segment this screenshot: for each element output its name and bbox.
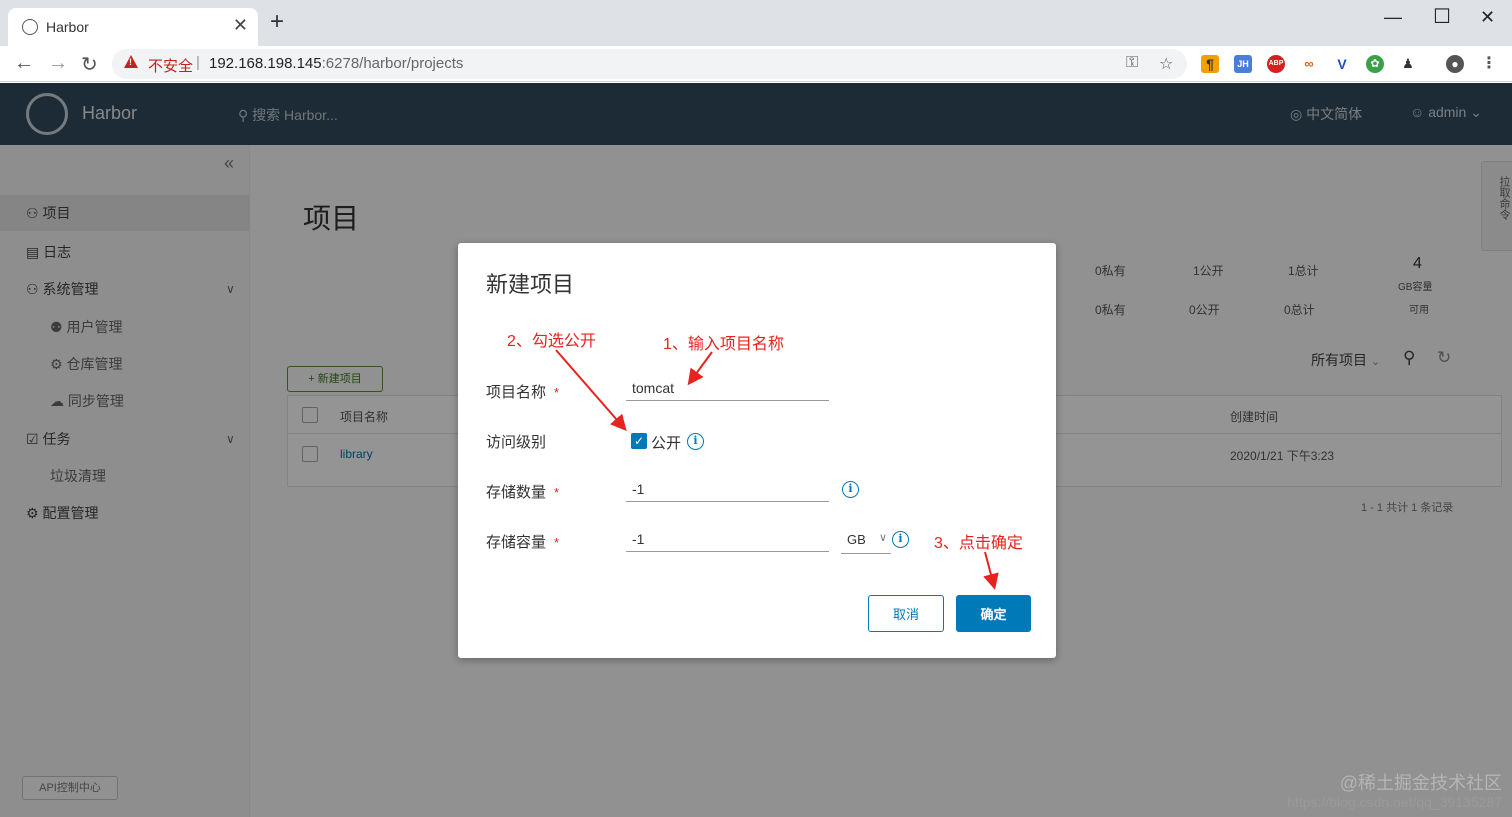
info-icon[interactable]: i <box>892 531 909 548</box>
label-text: 存储数量 <box>486 484 547 501</box>
url-separator: | <box>196 54 200 71</box>
harbor-app: Harbor ⚲ 搜索 Harbor... ◎ 中文简体 ☺ admin ⌄ «… <box>0 83 1512 817</box>
required-mark: * <box>554 535 560 550</box>
unit-value: GB <box>847 532 866 547</box>
url-text: 192.168.198.145:6278/harbor/projects <box>209 55 463 72</box>
browser-tab-bar: Harbor ✕ + — ☐ ✕ <box>0 0 1512 46</box>
dialog-title: 新建项目 <box>486 272 575 297</box>
maximize-icon[interactable]: ☐ <box>1433 4 1451 29</box>
storage-count-label: 存储数量 * <box>486 481 559 502</box>
browser-toolbar: ← → ↻ 不安全 | 192.168.198.145:6278/harbor/… <box>0 46 1512 122</box>
back-icon[interactable]: ← <box>14 52 34 75</box>
profile-icon[interactable]: ● <box>1446 55 1464 73</box>
annotation-step1: 1、输入项目名称 <box>663 336 784 353</box>
project-name-label: 项目名称 * <box>486 381 559 402</box>
watermark-url: https://blog.csdn.net/qq_39135287 <box>1287 794 1502 810</box>
jh-extension-icon[interactable]: JH <box>1234 55 1252 73</box>
quota-unit-select[interactable]: GB ∨ <box>841 529 891 554</box>
annotation-step3: 3、点击确定 <box>934 535 1023 552</box>
info-icon[interactable]: i <box>842 481 859 498</box>
close-tab-icon[interactable]: ✕ <box>233 15 248 36</box>
menu-icon[interactable]: ⋮ <box>1480 55 1498 73</box>
close-window-icon[interactable]: ✕ <box>1480 7 1495 28</box>
confirm-button[interactable]: 确定 <box>956 595 1031 632</box>
warning-icon <box>124 55 138 68</box>
label-text: 存储容量 <box>486 534 547 551</box>
green-extension-icon[interactable]: ✿ <box>1366 55 1384 73</box>
address-bar[interactable]: 不安全 | 192.168.198.145:6278/harbor/projec… <box>112 49 1187 79</box>
adblock-extension-icon[interactable]: ABP <box>1267 55 1285 73</box>
url-path: :6278/harbor/projects <box>321 55 464 72</box>
chevron-down-icon: ∨ <box>878 532 887 544</box>
required-mark: * <box>554 485 560 500</box>
insecure-label: 不安全 <box>148 58 194 75</box>
harbor-favicon-icon <box>22 19 38 35</box>
new-project-dialog: 新建项目 项目名称 * 访问级别 ✓ 公开 i 存储数量 * i 存储容量 * GB ∨… <box>458 243 1056 658</box>
storage-count-input[interactable] <box>626 476 829 502</box>
reload-icon[interactable]: ↻ <box>81 52 98 77</box>
minimize-icon[interactable]: — <box>1384 7 1402 28</box>
browser-tab[interactable]: Harbor ✕ <box>8 8 258 46</box>
storage-quota-input[interactable] <box>626 526 829 552</box>
url-host: 192.168.198.145 <box>209 55 322 72</box>
key-icon[interactable]: ⚿ <box>1126 54 1138 72</box>
infinity-extension-icon[interactable]: ∞ <box>1300 55 1318 73</box>
star-icon[interactable]: ☆ <box>1159 54 1173 74</box>
new-tab-button[interactable]: + <box>270 10 284 34</box>
public-checkbox-label[interactable]: 公开 <box>651 432 681 453</box>
required-mark: * <box>554 385 560 400</box>
info-icon[interactable]: i <box>687 433 704 450</box>
v-extension-icon[interactable]: V <box>1333 55 1351 73</box>
project-name-input[interactable] <box>626 375 829 401</box>
cancel-button[interactable]: 取消 <box>868 595 944 632</box>
forward-icon[interactable]: → <box>48 52 68 75</box>
storage-quota-label: 存储容量 * <box>486 531 559 552</box>
public-checkbox[interactable]: ✓ <box>631 433 647 449</box>
access-level-label: 访问级别 <box>486 434 547 451</box>
label-text: 项目名称 <box>486 384 547 401</box>
paragraph-extension-icon[interactable]: ¶ <box>1201 55 1219 73</box>
annotation-step2: 2、勾选公开 <box>507 333 596 350</box>
penguin-extension-icon[interactable]: ♟ <box>1399 55 1417 73</box>
watermark-brand: @稀土掘金技术社区 <box>1339 773 1502 793</box>
tab-title: Harbor <box>46 19 89 35</box>
